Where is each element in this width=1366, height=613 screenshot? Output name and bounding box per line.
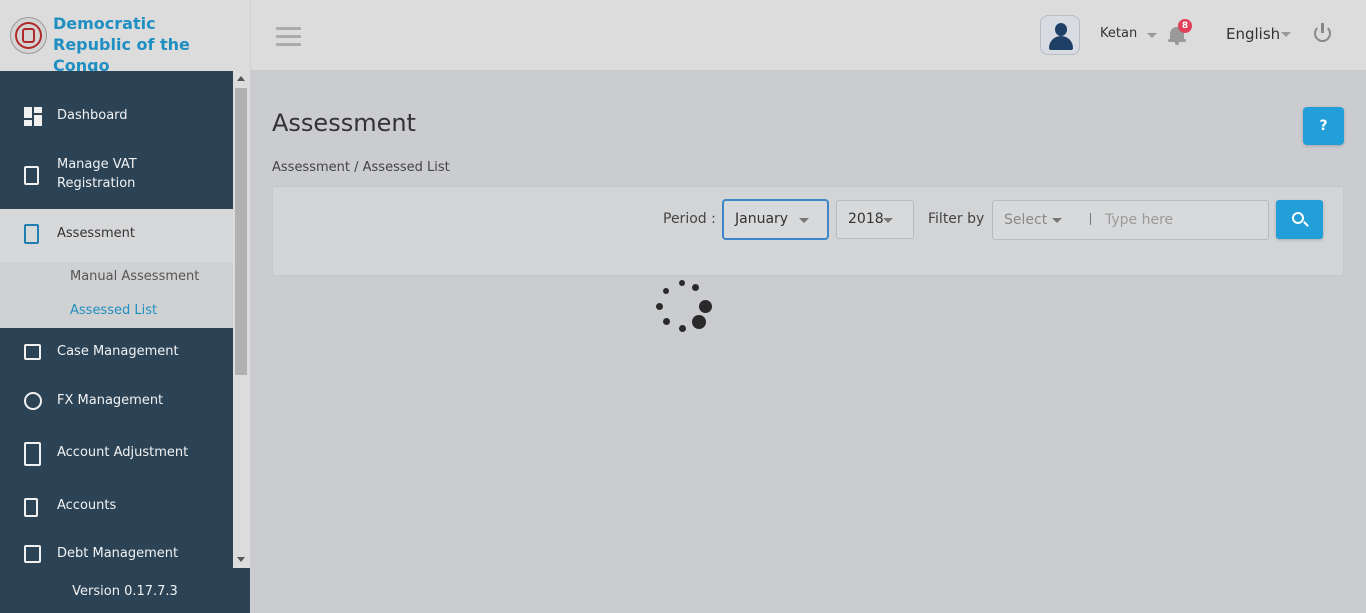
chevron-down-icon[interactable]: [1281, 32, 1291, 37]
scrollbar-thumb[interactable]: [235, 88, 247, 375]
sidebar-item-label: Debt Management: [57, 546, 179, 561]
power-icon-line[interactable]: [1321, 23, 1324, 33]
scroll-down-icon[interactable]: [237, 557, 245, 562]
chevron-down-icon: [799, 218, 809, 223]
sidebar-subitem-manual-assessment[interactable]: Manual Assessment: [70, 269, 199, 284]
currency-exchange-icon: [24, 392, 42, 410]
sidebar-item-debt-management[interactable]: Debt Management: [0, 533, 233, 573]
sidebar-item-label: Account Adjustment: [57, 445, 189, 460]
chevron-down-icon[interactable]: [1147, 33, 1157, 38]
dashboard-icon: [24, 107, 42, 127]
divider: [1090, 213, 1091, 225]
sidebar-item-account-adjustment[interactable]: Account Adjustment: [0, 430, 233, 478]
receipt-icon: [24, 498, 38, 517]
sidebar-scrollbar[interactable]: [233, 71, 250, 568]
scroll-up-icon[interactable]: [237, 76, 245, 81]
filter-by-label: Filter by: [928, 211, 985, 227]
logo-area[interactable]: Democratic Republic of the Congo: [0, 0, 251, 75]
sidebar-item-fx-management[interactable]: FX Management: [0, 380, 233, 425]
debt-icon: [24, 545, 41, 563]
username[interactable]: Ketan: [1100, 26, 1137, 41]
month-select[interactable]: January: [722, 199, 829, 240]
period-label: Period :: [663, 211, 716, 227]
filter-type-select[interactable]: Select: [1004, 212, 1047, 228]
year-select[interactable]: 2018: [836, 200, 914, 239]
clipboard-icon: [24, 166, 39, 185]
sidebar-item-assessment[interactable]: Assessment: [0, 209, 233, 262]
sidebar-item-label: FX Management: [57, 393, 164, 408]
chevron-down-icon[interactable]: [1052, 218, 1062, 223]
breadcrumb: Assessment / Assessed List: [272, 160, 450, 175]
sidebar-item-label: Case Management: [57, 344, 179, 359]
document-search-icon: [24, 224, 39, 244]
filter-input-group: Select: [992, 200, 1269, 240]
version-label: Version 0.17.7.3: [0, 568, 250, 613]
sidebar-item-accounts[interactable]: Accounts: [0, 484, 233, 529]
page-title: Assessment: [272, 109, 416, 137]
chevron-down-icon: [883, 218, 893, 223]
calculator-icon: [24, 442, 41, 466]
sidebar-item-dashboard[interactable]: Dashboard: [0, 93, 233, 138]
sidebar-subitem-assessed-list[interactable]: Assessed List: [70, 303, 157, 318]
help-button[interactable]: ?: [1303, 107, 1344, 145]
year-value: 2018: [848, 211, 884, 227]
month-value: January: [735, 211, 789, 227]
sidebar-item-manage-vat-registration[interactable]: Manage VAT Registration: [0, 146, 233, 206]
folder-icon: [24, 344, 41, 360]
search-button[interactable]: [1276, 200, 1323, 239]
sidebar-item-label: Assessment: [57, 226, 135, 241]
brand-name: Democratic Republic of the Congo: [53, 14, 190, 75]
sidebar-item-label: Accounts: [57, 498, 117, 513]
sidebar-item-label: Manage VAT Registration: [57, 157, 137, 191]
sidebar-item-label: Dashboard: [57, 108, 128, 123]
sidebar-item-case-management[interactable]: Case Management: [0, 330, 233, 375]
notification-badge: 8: [1178, 19, 1192, 33]
avatar[interactable]: [1040, 15, 1080, 55]
language-selector[interactable]: English: [1226, 25, 1280, 43]
menu-toggle-icon[interactable]: [276, 27, 301, 46]
coat-of-arms-logo: [10, 17, 47, 54]
loading-spinner: [652, 278, 716, 338]
search-input[interactable]: [1105, 209, 1260, 231]
